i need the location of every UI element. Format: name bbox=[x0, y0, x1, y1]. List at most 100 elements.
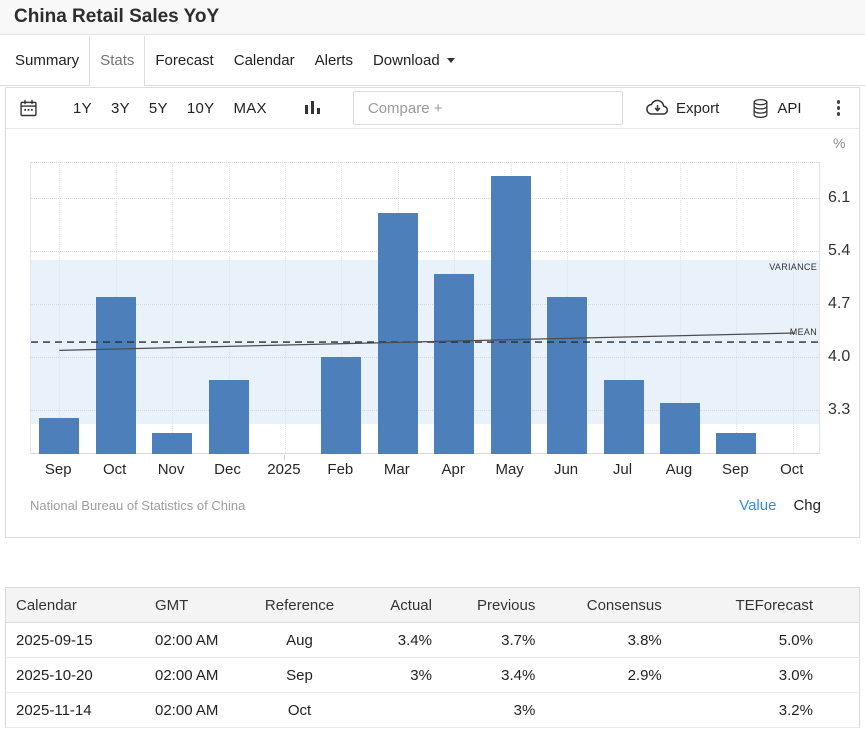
cell-consensus: 3.8% bbox=[541, 623, 667, 658]
h-gridline bbox=[31, 410, 819, 411]
cell-teforecast: 5.0% bbox=[668, 623, 860, 658]
plot-area: VARIANCEMEAN bbox=[30, 162, 820, 454]
variance-label: VARIANCE bbox=[769, 262, 817, 272]
tab-stats[interactable]: Stats bbox=[89, 36, 145, 85]
cell-reference: Oct bbox=[249, 693, 349, 728]
tab-download[interactable]: Download bbox=[363, 36, 465, 85]
page-title: China Retail Sales YoY bbox=[0, 0, 865, 34]
cell-calendar: 2025-10-20 bbox=[6, 658, 150, 693]
y-tick-label: 5.4 bbox=[828, 242, 850, 260]
table-row: 2025-09-1502:00 AMAug3.4%3.7%3.8%5.0% bbox=[6, 623, 860, 658]
chevron-down-icon bbox=[447, 58, 455, 63]
database-icon bbox=[751, 98, 770, 119]
tab-forecast[interactable]: Forecast bbox=[145, 36, 223, 85]
bar-dec-3 bbox=[209, 380, 249, 454]
export-button[interactable]: Export bbox=[646, 98, 719, 118]
cell-teforecast: 3.0% bbox=[668, 658, 860, 693]
cell-reference: Aug bbox=[249, 623, 349, 658]
cell-reference: Sep bbox=[249, 658, 349, 693]
x-tick-label-sep: Sep bbox=[30, 461, 86, 478]
cell-gmt: 02:00 AM bbox=[149, 658, 249, 693]
cell-actual bbox=[350, 693, 438, 728]
h-gridline bbox=[31, 162, 819, 163]
api-button[interactable]: API bbox=[751, 98, 801, 119]
v-gridline bbox=[736, 162, 737, 453]
x-tick-label-mar: Mar bbox=[369, 461, 425, 478]
release-calendar-table: CalendarGMTReferenceActualPreviousConsen… bbox=[5, 587, 860, 728]
page-header: China Retail Sales YoY bbox=[0, 0, 865, 35]
tab-label: Calendar bbox=[234, 52, 295, 69]
y-tick-label: 6.1 bbox=[828, 189, 850, 207]
cell-teforecast: 3.2% bbox=[668, 693, 860, 728]
bar-mar-6 bbox=[378, 213, 418, 454]
x-tick-label-may: May bbox=[482, 461, 538, 478]
cell-actual: 3.4% bbox=[350, 623, 438, 658]
export-label: Export bbox=[676, 100, 719, 117]
compare-input[interactable] bbox=[353, 91, 623, 125]
series-toggle: Value Chg bbox=[739, 497, 821, 514]
x-tick-label-dec: Dec bbox=[200, 461, 256, 478]
column-header-previous: Previous bbox=[438, 588, 541, 623]
y-tick-label: 3.3 bbox=[828, 401, 850, 419]
tab-label: Download bbox=[373, 52, 440, 69]
x-tick-label-apr: Apr bbox=[425, 461, 481, 478]
tab-label: Alerts bbox=[315, 52, 353, 69]
h-gridline bbox=[31, 251, 819, 252]
chg-toggle[interactable]: Chg bbox=[793, 497, 821, 514]
bar-jun-9 bbox=[547, 297, 587, 454]
tab-calendar[interactable]: Calendar bbox=[224, 36, 305, 85]
column-chart-icon bbox=[304, 99, 321, 117]
range-button-max[interactable]: MAX bbox=[233, 100, 266, 117]
v-gridline bbox=[285, 162, 286, 453]
tab-label: Summary bbox=[15, 52, 79, 69]
x-tick-label-2025: 2025 bbox=[256, 461, 312, 478]
kebab-dot bbox=[837, 100, 841, 104]
column-header-gmt: GMT bbox=[149, 588, 249, 623]
column-header-teforecast: TEForecast bbox=[668, 588, 860, 623]
cell-previous: 3% bbox=[438, 693, 541, 728]
range-button-3y[interactable]: 3Y bbox=[111, 100, 130, 117]
chart-toolbar: 1Y 3Y 5Y 10Y MAX Export bbox=[6, 88, 859, 129]
tab-bar: Summary Stats Forecast Calendar Alerts Downlo… bbox=[0, 36, 865, 86]
x-tick-label-jul: Jul bbox=[595, 461, 651, 478]
tab-summary[interactable]: Summary bbox=[0, 36, 89, 85]
cell-calendar: 2025-09-15 bbox=[6, 623, 150, 658]
chart-type-button[interactable] bbox=[304, 99, 321, 117]
variance-band bbox=[31, 260, 819, 423]
y-tick-label: 4.7 bbox=[828, 295, 850, 313]
cell-actual: 3% bbox=[350, 658, 438, 693]
source-attribution: National Bureau of Statistics of China bbox=[30, 498, 245, 513]
cell-gmt: 02:00 AM bbox=[149, 693, 249, 728]
value-toggle[interactable]: Value bbox=[739, 497, 776, 514]
kebab-menu-button[interactable] bbox=[832, 97, 846, 119]
y-axis-unit-label: % bbox=[833, 135, 845, 151]
table-row: 2025-10-2002:00 AMSep3%3.4%2.9%3.0% bbox=[6, 658, 860, 693]
h-gridline bbox=[31, 357, 819, 358]
chart-area: % VARIANCEMEAN 6.15.44.74.03.3 SepOctNov… bbox=[6, 129, 859, 537]
date-range-calendar-button[interactable] bbox=[18, 98, 39, 119]
column-header-consensus: Consensus bbox=[541, 588, 667, 623]
bar-jul-10 bbox=[604, 380, 644, 454]
column-header-actual: Actual bbox=[350, 588, 438, 623]
range-button-10y[interactable]: 10Y bbox=[187, 100, 215, 117]
range-button-1y[interactable]: 1Y bbox=[73, 100, 92, 117]
x-tick-label-feb: Feb bbox=[312, 461, 368, 478]
calendar-table: CalendarGMTReferenceActualPreviousConsen… bbox=[5, 587, 860, 728]
x-tick-label-nov: Nov bbox=[143, 461, 199, 478]
bar-nov-2 bbox=[152, 433, 192, 454]
kebab-dot bbox=[837, 112, 841, 116]
chart-card: 1Y 3Y 5Y 10Y MAX Export bbox=[5, 87, 860, 538]
calendar-icon bbox=[18, 98, 39, 119]
tab-label: Stats bbox=[100, 52, 134, 69]
h-gridline bbox=[31, 304, 819, 305]
kebab-dot bbox=[837, 106, 841, 110]
range-buttons: 1Y 3Y 5Y 10Y MAX bbox=[73, 100, 267, 117]
range-button-5y[interactable]: 5Y bbox=[149, 100, 168, 117]
x-tick-label-jun: Jun bbox=[538, 461, 594, 478]
bar-sep-0 bbox=[39, 418, 79, 454]
v-gridline bbox=[59, 162, 60, 453]
bar-apr-7 bbox=[434, 274, 474, 454]
tab-alerts[interactable]: Alerts bbox=[305, 36, 363, 85]
cell-previous: 3.4% bbox=[438, 658, 541, 693]
bar-may-8 bbox=[491, 176, 531, 454]
